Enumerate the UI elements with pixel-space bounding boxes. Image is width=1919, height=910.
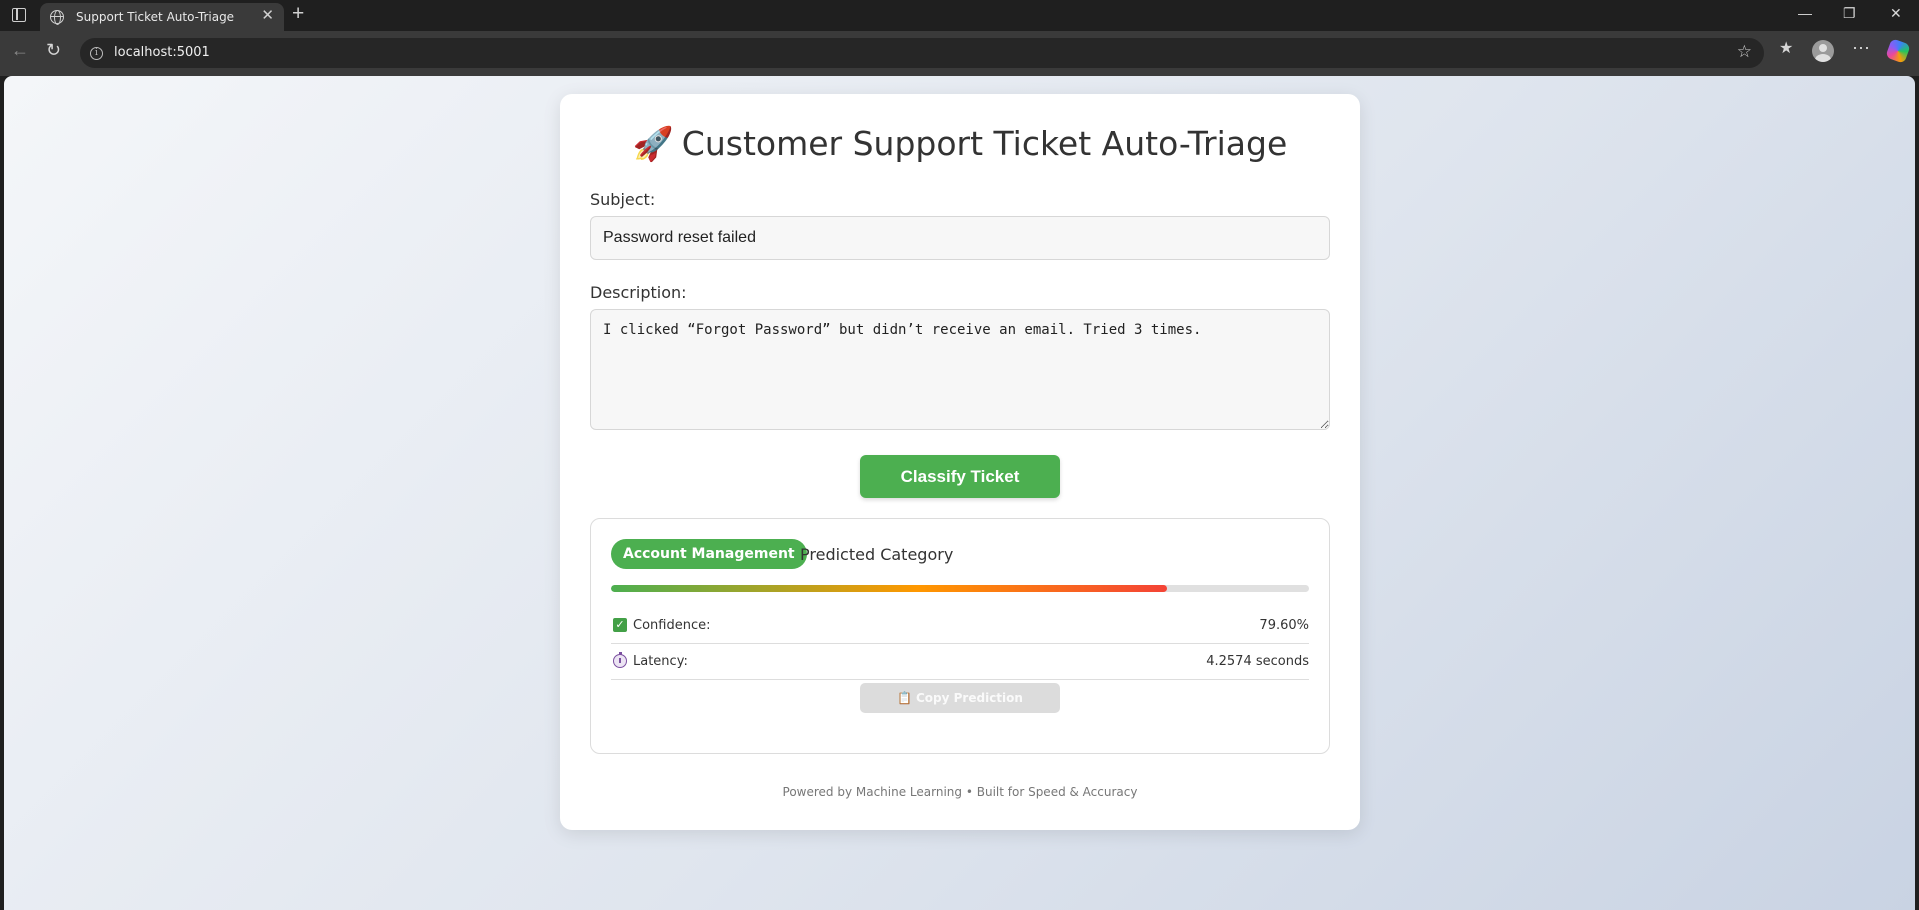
browser-tab-bar: Support Ticket Auto-Triage ✕ + — ❐ ✕ (0, 0, 1919, 31)
triage-card: 🚀 Customer Support Ticket Auto-Triage Sub… (560, 94, 1360, 830)
close-window-button[interactable]: ✕ (1890, 6, 1902, 20)
browser-tab[interactable]: Support Ticket Auto-Triage ✕ (40, 3, 284, 31)
prediction-result-panel: Account Management Predicted Category ✓ … (590, 518, 1330, 754)
copy-prediction-label: Copy Prediction (916, 691, 1023, 705)
globe-icon (50, 10, 64, 25)
description-textarea[interactable]: I clicked “Forgot Password” but didn’t r… (590, 309, 1330, 430)
confidence-row: ✓ Confidence: 79.60% (611, 608, 1309, 644)
new-tab-button[interactable]: + (292, 3, 304, 24)
subject-input[interactable] (590, 216, 1330, 260)
browser-toolbar: ← ↻ i localhost:5001 ☆ ★ ⋯ (0, 31, 1919, 76)
confidence-label: Confidence: (633, 618, 711, 633)
tab-title: Support Ticket Auto-Triage (76, 10, 235, 24)
favorite-star-icon[interactable]: ☆ (1737, 42, 1752, 62)
confidence-value: 79.60% (1259, 618, 1309, 633)
page-title: 🚀 Customer Support Ticket Auto-Triage (560, 124, 1360, 164)
more-menu-icon[interactable]: ⋯ (1852, 39, 1870, 57)
address-bar[interactable]: i localhost:5001 ☆ (80, 38, 1764, 68)
url-text[interactable]: localhost:5001 (114, 45, 210, 60)
latency-label: Latency: (633, 654, 688, 669)
confidence-bar (611, 585, 1309, 592)
tab-close-icon[interactable]: ✕ (261, 8, 274, 23)
latency-row: Latency: 4.2574 seconds (611, 644, 1309, 680)
rocket-icon: 🚀 (632, 124, 674, 163)
predicted-category-caption: Predicted Category (800, 545, 954, 564)
profile-avatar[interactable] (1812, 40, 1834, 62)
site-info-icon[interactable]: i (90, 47, 103, 60)
page-viewport: 🚀 Customer Support Ticket Auto-Triage Sub… (4, 76, 1915, 910)
subject-label: Subject: (590, 190, 656, 209)
latency-value: 4.2574 seconds (1206, 654, 1309, 669)
refresh-icon[interactable]: ↻ (46, 41, 61, 59)
stopwatch-icon (613, 652, 627, 668)
favorites-icon[interactable]: ★ (1779, 41, 1793, 57)
restore-button[interactable]: ❐ (1843, 6, 1856, 20)
description-label: Description: (590, 283, 687, 302)
minimize-button[interactable]: — (1798, 6, 1812, 20)
footer-text: Powered by Machine Learning • Built for … (782, 785, 1138, 799)
tab-actions-icon[interactable] (12, 8, 26, 22)
back-arrow-icon[interactable]: ← (11, 41, 29, 59)
copilot-icon[interactable] (1885, 38, 1911, 64)
page-title-text: Customer Support Ticket Auto-Triage (681, 124, 1288, 163)
classify-ticket-button[interactable]: Classify Ticket (860, 455, 1060, 498)
confidence-bar-fill (611, 585, 1167, 592)
category-badge: Account Management (611, 539, 807, 569)
copy-prediction-button[interactable]: 📋 Copy Prediction (860, 683, 1060, 713)
check-square-icon: ✓ (613, 618, 627, 632)
clipboard-icon: 📋 (897, 691, 912, 705)
